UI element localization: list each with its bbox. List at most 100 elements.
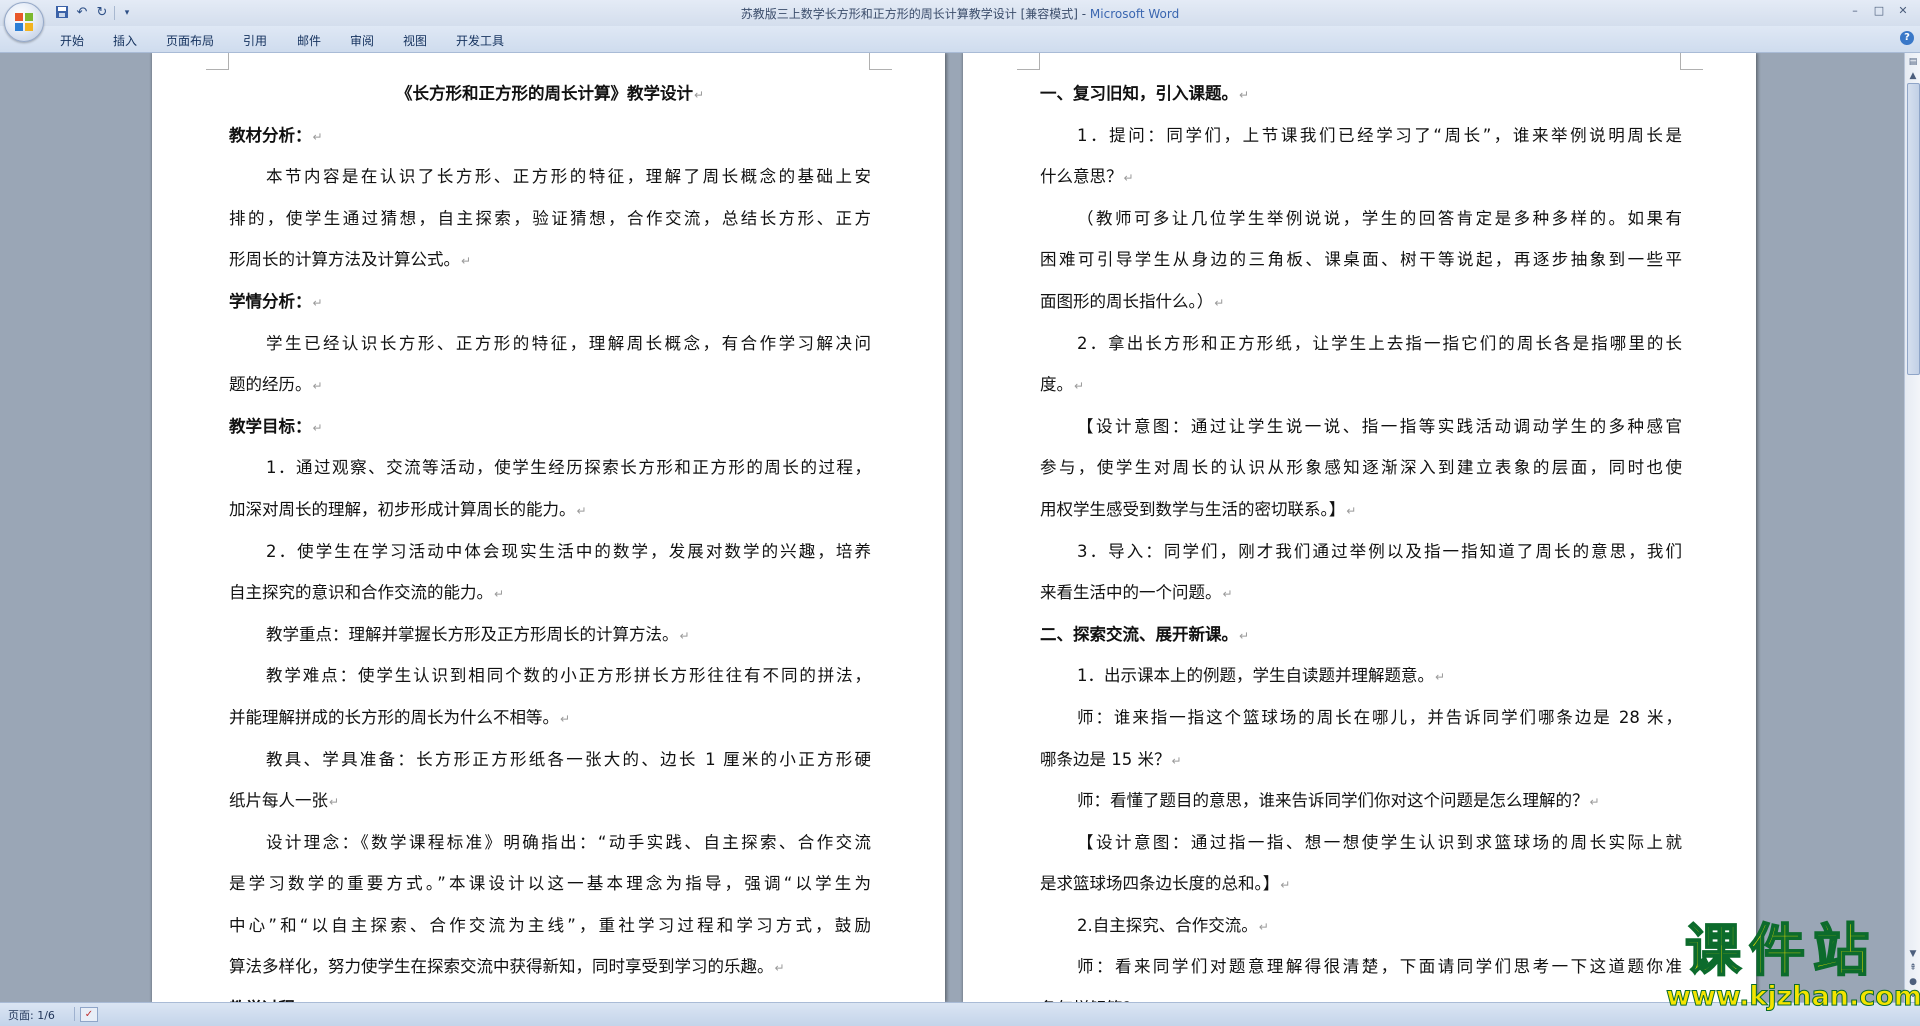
paragraph-line[interactable]: 学生已经认识长方形、正方形的特征，理解周长概念，有合作学习解决问 [229,323,871,365]
paragraph-text: 2．拿出长方形和正方形纸，让学生上去指一指它们的周长各是指哪里的长 [1077,333,1682,353]
tab-references[interactable]: 引用 [237,30,273,51]
scroll-up-icon[interactable]: ▲ [1906,69,1920,83]
page-count[interactable]: 页面: 1/6 [8,1007,55,1023]
paragraph-line[interactable]: 师：看懂了题目的意思，谁来告诉同学们你对这个问题是怎么理解的？↵ [1040,780,1682,822]
status-bar: 页面: 1/6 ✓ [0,1002,1920,1026]
page-corner-mark [1680,53,1703,70]
paragraph-line[interactable]: 是学习数学的重要方式。”本课设计以这一基本理念为指导，强调“以学生为 [229,863,871,905]
paragraph-line[interactable]: 2．使学生在学习活动中体会现实生活中的数学，发展对数学的兴趣，培养 [229,531,871,573]
paragraph-line[interactable]: 师：谁来指一指这个篮球场的周长在哪儿，并告诉同学们哪条边是 28 米， [1040,697,1682,739]
paragraph-line[interactable]: 教学过程：↵ [229,988,871,1002]
paragraph-line[interactable]: 1．提问：同学们，上节课我们已经学习了“周长”，谁来举例说明周长是 [1040,115,1682,157]
paragraph-mark: ↵ [312,129,323,144]
paragraph-text: 度。 [1040,375,1073,395]
paragraph-line[interactable]: 教学重点：理解并掌握长方形及正方形周长的计算方法。↵ [229,614,871,656]
paragraph-line[interactable]: 题的经历。↵ [229,364,871,406]
app-name: Microsoft Word [1089,7,1180,21]
tab-mailings[interactable]: 邮件 [291,30,327,51]
page-text-right[interactable]: 一、复习旧知，引入课题。↵ 1．提问：同学们，上节课我们已经学习了“周长”，谁来举… [1040,73,1682,1002]
minimize-icon[interactable]: – [1844,2,1866,20]
ruler-toggle-icon[interactable]: ▤ [1906,55,1920,69]
window-controls: – □ ✕ [1844,2,1914,20]
paragraph-text: 形周长的计算方法及计算公式。 [229,250,460,270]
vertical-scrollbar[interactable]: ▤ ▲ ▼ ⇞ ● ⇟ [1904,53,1920,1002]
scroll-thumb[interactable] [1907,83,1920,375]
office-logo-icon [15,13,33,31]
paragraph-line[interactable]: 纸片每人一张↵ [229,780,871,822]
paragraph-text: 纸片每人一张 [229,791,328,811]
paragraph-text: 题的经历。 [229,375,312,395]
help-icon[interactable]: ? [1900,31,1914,45]
paragraph-line[interactable]: 哪条边是 15 米？↵ [1040,739,1682,781]
paragraph-line[interactable]: 用权学生感受到数学与生活的密切联系。】↵ [1040,489,1682,531]
proofing-icon[interactable]: ✓ [80,1007,98,1022]
paragraph-line[interactable]: 学情分析：↵ [229,281,871,323]
paragraph-line[interactable]: 算法多样化，努力使学生在探索交流中获得新知，同时享受到学习的乐趣。↵ [229,946,871,988]
paragraph-line[interactable]: 自主探究的意识和合作交流的能力。↵ [229,572,871,614]
paragraph-mark: ↵ [1171,753,1182,768]
paragraph-line[interactable]: 什么意思？↵ [1040,156,1682,198]
paragraph-line[interactable]: 一、复习旧知，引入课题。↵ [1040,73,1682,115]
paragraph-line[interactable]: 参与，使学生对周长的认识从形象感知逐渐深入到建立表象的层面，同时也使 [1040,447,1682,489]
paragraph-text: 一、复习旧知，引入课题。 [1040,84,1238,103]
paragraph-text: 算法多样化，努力使学生在探索交流中获得新知，同时享受到学习的乐趣。 [229,957,774,977]
paragraph-line[interactable]: 加深对周长的理解，初步形成计算周长的能力。↵ [229,489,871,531]
paragraph-line[interactable]: 【设计意图：通过让学生说一说、指一指等实践活动调动学生的多种感官 [1040,406,1682,448]
paragraph-mark: ↵ [774,961,785,976]
paragraph-text: 1．出示课本上的例题，学生自读题并理解题意。 [1077,666,1434,686]
paragraph-line[interactable]: （教师可多让几位学生举例说说，学生的回答肯定是多种多样的。如果有 [1040,198,1682,240]
tab-page-layout[interactable]: 页面布局 [160,30,220,51]
paragraph-line[interactable]: 【设计意图：通过指一指、想一想使学生认识到求篮球场的周长实际上就 [1040,822,1682,864]
paragraph-text: （教师可多让几位学生举例说说，学生的回答肯定是多种多样的。如果有 [1077,208,1682,228]
paragraph-text: 学生已经认识长方形、正方形的特征，理解周长概念，有合作学习解决问 [266,333,871,353]
paragraph-line[interactable]: 设计理念：《数学课程标准》明确指出：“动手实践、自主探索、合作交流 [229,822,871,864]
paragraph-line[interactable]: 本节内容是在认识了长方形、正方形的特征，理解了周长概念的基础上安 [229,156,871,198]
paragraph-line[interactable]: 教学难点：使学生认识到相同个数的小正方形拼长方形往往有不同的拼法， [229,655,871,697]
paragraph-line[interactable]: 二、探索交流、展开新课。↵ [1040,614,1682,656]
paragraph-line[interactable]: 度。↵ [1040,364,1682,406]
paragraph-line[interactable]: 面图形的周长指什么。）↵ [1040,281,1682,323]
document-page-right[interactable]: 一、复习旧知，引入课题。↵ 1．提问：同学们，上节课我们已经学习了“周长”，谁来举… [963,53,1756,1002]
paragraph-text: 参与，使学生对周长的认识从形象感知逐渐深入到建立表象的层面，同时也使 [1040,458,1682,478]
paragraph-line[interactable]: 教学目标：↵ [229,406,871,448]
tab-home[interactable]: 开始 [54,30,90,51]
paragraph-text: 2.自主探究、合作交流。 [1077,915,1258,935]
paragraph-line[interactable]: 1．通过观察、交流等活动，使学生经历探索长方形和正方形的周长的过程， [229,447,871,489]
paragraph-line[interactable]: 2．拿出长方形和正方形纸，让学生上去指一指它们的周长各是指哪里的长 [1040,323,1682,365]
paragraph-line[interactable]: 来看生活中的一个问题。↵ [1040,572,1682,614]
paragraph-mark: ↵ [1435,670,1446,685]
paragraph-text: 教学目标： [229,416,312,436]
paragraph-text: 1．提问：同学们，上节课我们已经学习了“周长”，谁来举例说明周长是 [1077,125,1682,145]
paragraph-text: 教学难点：使学生认识到相同个数的小正方形拼长方形往往有不同的拼法， [266,666,871,686]
paragraph-line[interactable]: 中心”和“以自主探索、合作交流为主线”，重社学习过程和学习方式，鼓励 [229,905,871,947]
tab-insert[interactable]: 插入 [107,30,143,51]
paragraph-line[interactable]: 备怎样解答？↵ [1040,988,1682,1002]
tab-developer[interactable]: 开发工具 [450,30,510,51]
paragraph-line[interactable]: 困难可引导学生从身边的三角板、课桌面、树干等说起，再逐步抽象到一些平 [1040,239,1682,281]
previous-page-icon[interactable]: ⇞ [1906,961,1920,975]
paragraph-mark: ↵ [329,795,340,810]
paragraph-text: 加深对周长的理解，初步形成计算周长的能力。 [229,499,576,519]
close-icon[interactable]: ✕ [1892,2,1914,20]
paragraph-line[interactable]: 形周长的计算方法及计算公式。↵ [229,239,871,281]
paragraph-line[interactable]: 是求篮球场四条边长度的总和。】↵ [1040,863,1682,905]
paragraph-line[interactable]: 1．出示课本上的例题，学生自读题并理解题意。↵ [1040,655,1682,697]
paragraph-line[interactable]: 师：看来同学们对题意理解得很清楚，下面请同学们思考一下这道题你准 [1040,946,1682,988]
page-corner-mark [1017,53,1040,70]
document-workspace: 《长方形和正方形的周长计算》教学设计↵ 教材分析：↵ 本节内容是在认识了长方形、正方… [0,53,1904,1002]
paragraph-line[interactable]: 排的，使学生通过猜想，自主探索，验证猜想，合作交流，总结长方形、正方 [229,198,871,240]
document-page-left[interactable]: 《长方形和正方形的周长计算》教学设计↵ 教材分析：↵ 本节内容是在认识了长方形、正方… [152,53,945,1002]
scroll-down-icon[interactable]: ▼ [1906,947,1920,961]
paragraph-line[interactable]: 2.自主探究、合作交流。↵ [1040,905,1682,947]
paragraph-line[interactable]: 3．导入：同学们，刚才我们通过举例以及指一指知道了周长的意思，我们 [1040,531,1682,573]
page-text-left[interactable]: 《长方形和正方形的周长计算》教学设计↵ 教材分析：↵ 本节内容是在认识了长方形、正方… [229,73,871,1002]
paragraph-line[interactable]: 教具、学具准备：长方形正方形纸各一张大的、边长 1 厘米的小正方形硬 [229,739,871,781]
tab-view[interactable]: 视图 [397,30,433,51]
paragraph-line[interactable]: 《长方形和正方形的周长计算》教学设计↵ [229,73,871,115]
office-button[interactable] [4,2,44,42]
tab-review[interactable]: 审阅 [344,30,380,51]
paragraph-line[interactable]: 并能理解拼成的长方形的周长为什么不相等。↵ [229,697,871,739]
maximize-icon[interactable]: □ [1868,2,1890,20]
paragraph-line[interactable]: 教材分析：↵ [229,115,871,157]
watermark-text: 课件站 [1684,919,1877,984]
